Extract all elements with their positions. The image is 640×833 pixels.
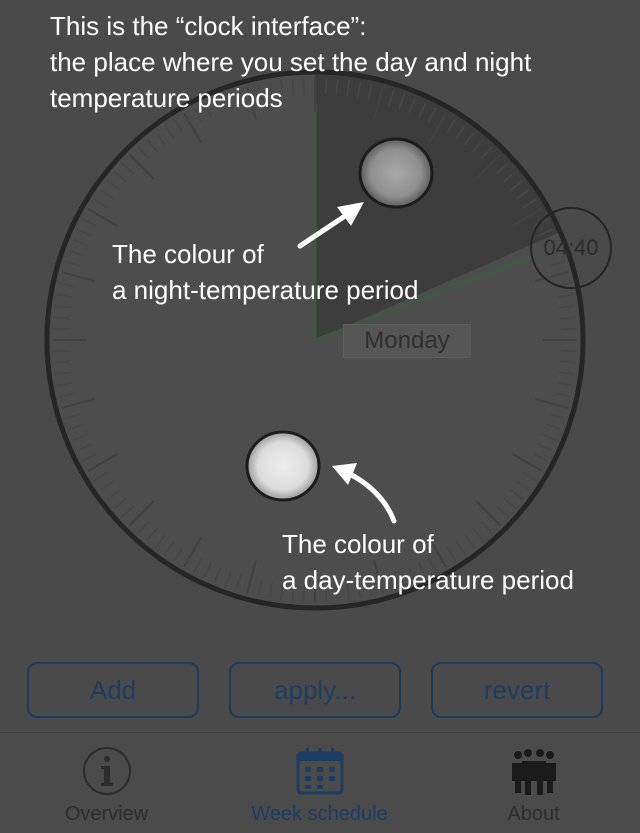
intro-line-2: the place where you set the day and nigh… bbox=[50, 47, 532, 77]
night-period-marker[interactable] bbox=[358, 137, 434, 209]
day-callout-line-1: The colour of bbox=[282, 529, 434, 559]
time-badge[interactable]: 04:40 bbox=[530, 207, 612, 289]
calendar-icon bbox=[294, 745, 346, 797]
tab-overview[interactable]: Overview bbox=[0, 733, 213, 833]
night-period-callout: The colour of a night-temperature period bbox=[112, 236, 418, 308]
tab-bar: Overview Week schedule About bbox=[0, 732, 640, 833]
clock-tick bbox=[560, 349, 577, 353]
intro-text: This is the “clock interface”: the place… bbox=[50, 8, 630, 116]
tab-about[interactable]: About bbox=[427, 733, 640, 833]
night-callout-line-2: a night-temperature period bbox=[112, 275, 419, 305]
revert-button[interactable]: revert bbox=[431, 662, 603, 718]
tab-week-schedule-label: Week schedule bbox=[251, 803, 388, 825]
day-period-marker[interactable] bbox=[245, 430, 321, 502]
day-callout-line-2: a day-temperature period bbox=[282, 565, 574, 595]
intro-line-1: This is the “clock interface”: bbox=[50, 11, 367, 41]
day-label: Monday bbox=[343, 324, 471, 358]
apply-button[interactable]: apply... bbox=[229, 662, 401, 718]
add-button[interactable]: Add bbox=[27, 662, 199, 718]
day-period-callout: The colour of a day-temperature period bbox=[282, 526, 574, 598]
tab-about-label: About bbox=[507, 803, 560, 825]
clock-tick bbox=[53, 349, 70, 353]
info-icon bbox=[81, 745, 133, 797]
tab-overview-label: Overview bbox=[64, 803, 149, 825]
intro-line-3: temperature periods bbox=[50, 83, 283, 113]
people-icon bbox=[508, 745, 560, 797]
clock-tick bbox=[53, 327, 70, 331]
night-callout-line-1: The colour of bbox=[112, 239, 264, 269]
tab-week-schedule[interactable]: Week schedule bbox=[213, 733, 426, 833]
clock-tick bbox=[560, 327, 577, 331]
